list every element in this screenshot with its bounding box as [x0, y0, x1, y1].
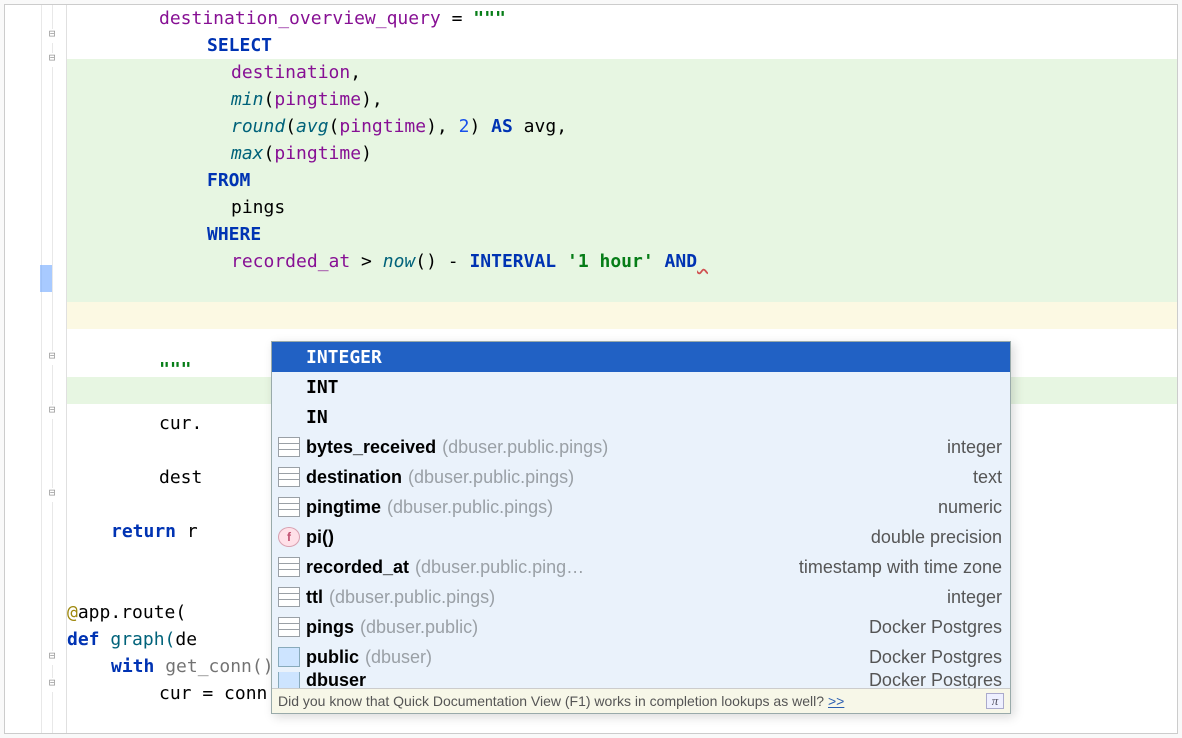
code-area[interactable]: destination_overview_query = """ SELECT … — [67, 5, 1177, 733]
fold-marker-icon[interactable]: ⊟ — [45, 651, 59, 665]
code-line[interactable]: recorded_at > now() - INTERVAL '1 hour' … — [67, 248, 1177, 275]
completion-label: INTEGER — [306, 347, 382, 368]
table-icon — [278, 587, 300, 607]
code-line[interactable]: SELECT — [67, 32, 1177, 59]
code-line[interactable]: WHERE — [67, 221, 1177, 248]
blank-icon — [278, 407, 300, 427]
code-line[interactable]: max(pingtime) — [67, 140, 1177, 167]
table-icon — [278, 497, 300, 517]
completion-label: ttl — [306, 587, 323, 608]
schema-icon — [278, 672, 300, 688]
completion-tip: Did you know that Quick Documentation Vi… — [272, 688, 1010, 713]
completion-item[interactable]: pingtime (dbuser.public.pings) numeric — [272, 492, 1010, 522]
completion-item[interactable]: destination (dbuser.public.pings) text — [272, 462, 1010, 492]
gutter: ⊟ ⊟ ⊟ ⊟ ⊟ ⊟ ⊟ — [5, 5, 67, 733]
code-line[interactable]: destination, — [67, 59, 1177, 86]
fold-marker-icon[interactable]: ⊟ — [45, 488, 59, 502]
pi-icon[interactable]: π — [986, 693, 1004, 709]
completion-item[interactable]: ttl (dbuser.public.pings) integer — [272, 582, 1010, 612]
function-icon: f — [278, 527, 300, 547]
completion-item[interactable]: public (dbuser) Docker Postgres — [272, 642, 1010, 672]
fold-marker-icon[interactable]: ⊟ — [45, 351, 59, 365]
completion-label: dbuser — [306, 672, 366, 688]
completion-label: recorded_at — [306, 557, 409, 578]
code-line[interactable]: pings — [67, 194, 1177, 221]
change-marker — [40, 265, 52, 292]
completion-label: destination — [306, 467, 402, 488]
code-line[interactable] — [67, 302, 1177, 329]
completion-qualifier: (dbuser.public) — [360, 617, 478, 638]
completion-type: text — [973, 467, 1002, 488]
schema-icon — [278, 647, 300, 667]
completion-type: numeric — [938, 497, 1002, 518]
completion-qualifier: (dbuser.public.pings) — [329, 587, 495, 608]
completion-item[interactable]: pings (dbuser.public) Docker Postgres — [272, 612, 1010, 642]
completion-item[interactable]: recorded_at (dbuser.public.ping… timestamp… — [272, 552, 1010, 582]
code-line[interactable]: min(pingtime), — [67, 86, 1177, 113]
completion-item[interactable]: f pi() double precision — [272, 522, 1010, 552]
table-icon — [278, 467, 300, 487]
completion-label: pi() — [306, 527, 334, 548]
editor-frame: ⊟ ⊟ ⊟ ⊟ ⊟ ⊟ ⊟ destination_overview_query… — [4, 4, 1178, 734]
completion-item[interactable]: bytes_received (dbuser.public.pings) integ… — [272, 432, 1010, 462]
completion-qualifier: (dbuser.public.pings) — [408, 467, 574, 488]
completion-type: timestamp with time zone — [799, 557, 1002, 578]
fold-marker-icon[interactable]: ⊟ — [45, 29, 59, 43]
tip-text: Did you know that Quick Documentation Vi… — [278, 693, 824, 709]
blank-icon — [278, 377, 300, 397]
completion-item[interactable]: INTEGER — [272, 342, 1010, 372]
completion-popup[interactable]: INTEGER INT IN bytes_received (dbuser.public… — [271, 341, 1011, 714]
table-icon — [278, 557, 300, 577]
blank-icon — [278, 347, 300, 367]
table-icon — [278, 437, 300, 457]
completion-type: Docker Postgres — [869, 617, 1002, 638]
completion-item[interactable]: IN — [272, 402, 1010, 432]
completion-type: Docker Postgres — [869, 647, 1002, 668]
tip-link[interactable]: >> — [828, 693, 844, 709]
completion-type: integer — [947, 587, 1002, 608]
completion-label: IN — [306, 407, 328, 428]
completion-label: pingtime — [306, 497, 381, 518]
fold-marker-icon[interactable]: ⊟ — [45, 678, 59, 692]
completion-label: INT — [306, 377, 339, 398]
completion-type: double precision — [871, 527, 1002, 548]
completion-qualifier: (dbuser.public.pings) — [442, 437, 608, 458]
completion-label: bytes_received — [306, 437, 436, 458]
completion-label: pings — [306, 617, 354, 638]
fold-marker-icon[interactable]: ⊟ — [45, 405, 59, 419]
completion-qualifier: (dbuser.public.pings) — [387, 497, 553, 518]
code-line[interactable] — [67, 275, 1177, 302]
completion-item[interactable]: dbuser Docker Postgres — [272, 672, 1010, 688]
completion-qualifier: (dbuser) — [365, 647, 432, 668]
code-line[interactable]: round(avg(pingtime), 2) AS avg, — [67, 113, 1177, 140]
fold-marker-icon[interactable]: ⊟ — [45, 53, 59, 67]
completion-type: Docker Postgres — [869, 672, 1002, 688]
table-icon — [278, 617, 300, 637]
completion-qualifier: (dbuser.public.ping… — [415, 557, 584, 578]
completion-item[interactable]: INT — [272, 372, 1010, 402]
completion-label: public — [306, 647, 359, 668]
code-line[interactable]: FROM — [67, 167, 1177, 194]
completion-type: integer — [947, 437, 1002, 458]
code-line[interactable]: destination_overview_query = """ — [67, 5, 1177, 32]
